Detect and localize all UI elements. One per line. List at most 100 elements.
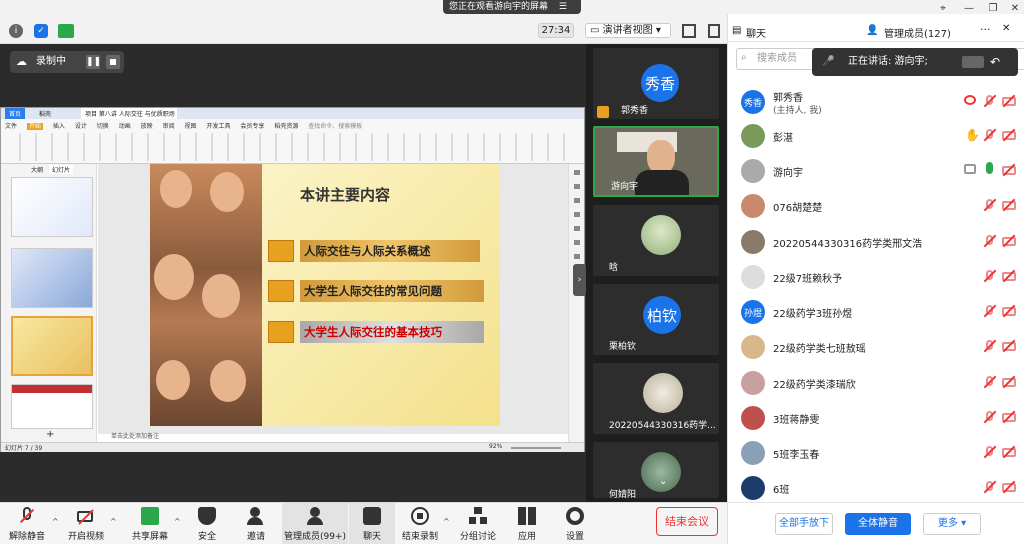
mic-off-icon[interactable] [983, 445, 997, 459]
member-row[interactable]: 3班蒋静雯 [728, 401, 1024, 433]
tab-chat[interactable]: 聊天 [746, 25, 766, 40]
collapse-arrow-icon[interactable]: › [573, 264, 586, 296]
member-row[interactable]: 20220544330316药学类邢文浩 [728, 225, 1024, 257]
member-row[interactable]: 22级药学类七班敖瑶 [728, 330, 1024, 362]
presenter-view-select[interactable]: ▭ 演讲者视图 ▾ [585, 23, 671, 38]
mic-off-icon[interactable] [983, 198, 997, 212]
mic-off-icon[interactable] [983, 339, 997, 353]
close-icon[interactable]: ✕ [1002, 23, 1010, 34]
ppt-menu-developer[interactable]: 开发工具 [206, 123, 230, 130]
slide-thumbnail[interactable] [11, 177, 93, 237]
mic-off-icon[interactable] [983, 375, 997, 389]
ppt-home-tab[interactable]: 首页 [5, 108, 26, 119]
ppt-outline-tab[interactable]: 大纲 [31, 165, 43, 174]
member-row[interactable]: 6班 [728, 471, 1024, 503]
mic-off-icon[interactable] [983, 480, 997, 494]
invite-button[interactable]: 邀请 [226, 503, 286, 544]
more-button[interactable]: 更多 ▾ [923, 513, 981, 535]
ppt-menu-file[interactable]: 文件 [5, 123, 17, 130]
member-row[interactable]: 彭湛 ✋ [728, 119, 1024, 151]
signal-icon[interactable] [58, 24, 74, 38]
ppt-docer-tab[interactable]: 稻壳 [35, 108, 55, 119]
slide-thumbnail[interactable] [11, 248, 93, 308]
zoom-slider[interactable] [511, 447, 561, 449]
mic-off-icon[interactable] [983, 128, 997, 142]
camera-off-icon[interactable] [1002, 445, 1016, 459]
ppt-menu-transition[interactable]: 切换 [97, 123, 109, 130]
mic-off-icon[interactable] [983, 234, 997, 248]
video-tile[interactable]: 柏钦 栗柏钦 [593, 284, 719, 355]
info-icon[interactable]: i [9, 24, 23, 38]
video-tile[interactable]: ⌄ 何婧阳 [593, 442, 719, 500]
mic-on-icon[interactable] [986, 162, 993, 174]
video-tile-active[interactable]: 游向宇 [593, 126, 719, 197]
member-row[interactable]: 游向宇 [728, 154, 1024, 186]
fullscreen-icon[interactable] [682, 24, 696, 38]
ppt-menu-view[interactable]: 视图 [185, 123, 197, 130]
chevron-up-icon[interactable]: ^ [110, 517, 117, 526]
member-row[interactable]: 5班李玉春 [728, 436, 1024, 468]
mic-off-icon[interactable] [983, 269, 997, 283]
ppt-menu-slideshow[interactable]: 放映 [141, 123, 153, 130]
mic-off-icon[interactable] [983, 94, 997, 108]
share-screen-button[interactable]: 共享屏幕 [120, 503, 180, 544]
ppt-menu-start[interactable]: 开始 [26, 123, 43, 130]
ppt-menu-design[interactable]: 设计 [75, 123, 87, 130]
member-row[interactable]: 秀香 郭秀香 (主持人, 我) [728, 85, 1024, 117]
camera-off-icon[interactable] [1002, 480, 1016, 494]
member-name: 22级药学3班孙煜 [773, 309, 853, 320]
camera-off-icon[interactable] [1002, 94, 1016, 108]
unmute-button[interactable]: 解除静音 [0, 503, 57, 544]
mic-off-icon[interactable] [983, 304, 997, 318]
slide-thumbnail-selected[interactable] [11, 316, 93, 376]
back-icon[interactable]: ↶ [990, 48, 1000, 76]
end-recording-button[interactable]: 结束录制 [390, 503, 450, 544]
camera-off-icon[interactable] [1002, 375, 1016, 389]
ppt-menu-animation[interactable]: 动画 [119, 123, 131, 130]
ppt-menu-review[interactable]: 审阅 [163, 123, 175, 130]
tab-members[interactable]: 管理成员(127) [884, 25, 951, 40]
camera-off-icon[interactable] [1002, 163, 1016, 177]
ppt-menu-member[interactable]: 会员专享 [240, 123, 264, 130]
video-tile[interactable]: 晗 [593, 205, 719, 276]
ppt-slides-tab[interactable]: 幻灯片 [49, 165, 74, 174]
chat-button[interactable]: 聊天 [349, 503, 395, 544]
camera-off-icon[interactable] [1002, 198, 1016, 212]
stop-icon[interactable] [106, 55, 120, 69]
camera-off-icon[interactable] [1002, 128, 1016, 142]
pause-icon[interactable]: ❚❚ [86, 55, 101, 69]
shield-icon[interactable]: ✓ [34, 24, 48, 38]
member-row[interactable]: 孙煜 22级药学3班孙煜 [728, 295, 1024, 327]
ppt-menu-insert[interactable]: 插入 [53, 123, 65, 130]
video-tile[interactable]: 秀香 郭秀香 [593, 48, 719, 119]
add-slide-button[interactable]: + [46, 429, 54, 440]
settings-button[interactable]: 设置 [545, 503, 605, 544]
camera-off-icon[interactable] [1002, 269, 1016, 283]
member-row[interactable]: 076胡楚楚 [728, 189, 1024, 221]
mic-off-icon[interactable] [983, 410, 997, 424]
chevron-down-icon[interactable]: ⌄ [659, 476, 667, 487]
ppt-ribbon: 文件 开始 插入 设计 切换 动画 放映 审阅 视图 开发工具 会员专享 稻壳资… [1, 119, 584, 164]
all-hands-down-button[interactable]: 全部手放下 [775, 513, 833, 535]
mute-all-button[interactable]: 全体静音 [845, 513, 911, 535]
sidebar-toggle-icon[interactable] [708, 24, 720, 38]
slide-thumbnail[interactable] [11, 384, 93, 429]
start-video-button[interactable]: 开启视频 [56, 503, 116, 544]
manage-members-button[interactable]: 管理成员(99+) [282, 503, 348, 544]
ppt-ribbon-tools[interactable] [5, 133, 575, 161]
camera-off-icon[interactable] [1002, 339, 1016, 353]
ppt-menu-docer[interactable]: 稻壳资源 [274, 123, 298, 130]
member-row[interactable]: 22级药学类漆瑞欣 [728, 366, 1024, 398]
notes-hint[interactable]: 单击此处添加备注 [111, 431, 159, 440]
camera-off-icon[interactable] [1002, 304, 1016, 318]
menu-icon[interactable]: ☰ [559, 2, 567, 12]
camera-off-icon[interactable] [1002, 410, 1016, 424]
ppt-search-hint[interactable]: 查找命令、搜索模板 [308, 123, 362, 130]
ppt-document-tab[interactable]: 项目 第八讲 人际交往 与优质职场 .pptx [81, 108, 177, 119]
side-tools-icon[interactable] [574, 170, 580, 260]
more-icon[interactable]: ··· [980, 23, 991, 36]
camera-off-icon[interactable] [1002, 234, 1016, 248]
end-meeting-button[interactable]: 结束会议 [656, 507, 718, 536]
video-tile[interactable]: 20220544330316药学... [593, 363, 719, 434]
member-row[interactable]: 22级7班赖秋予 [728, 260, 1024, 292]
